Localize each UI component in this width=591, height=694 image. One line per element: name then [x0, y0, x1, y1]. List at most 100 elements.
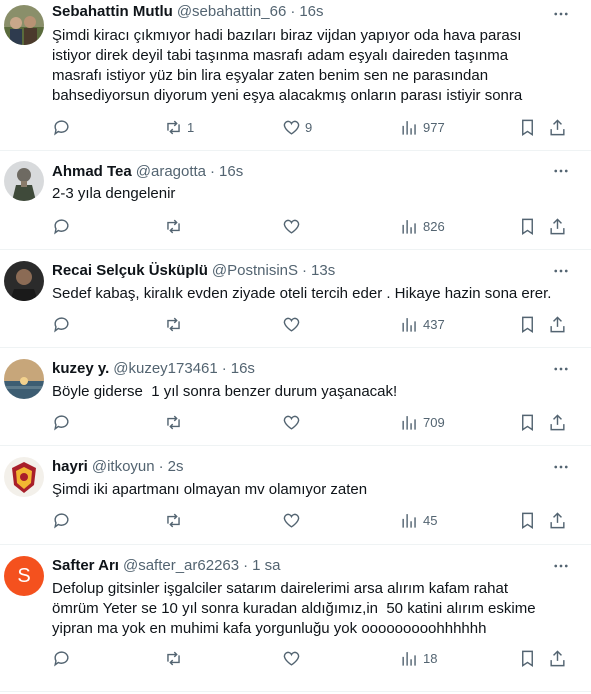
views-icon: [402, 219, 416, 234]
author-name[interactable]: Recai Selçuk Üsküplü: [52, 261, 208, 281]
author-handle[interactable]: @sebahattin_66: [177, 2, 286, 22]
views-button[interactable]: 826: [400, 217, 445, 236]
author-name[interactable]: hayri: [52, 457, 88, 477]
timestamp[interactable]: 16s: [219, 162, 243, 182]
tweet-text: Şimdi kiracı çıkmıyor hadi bazıları bira…: [52, 27, 523, 104]
retweet-button[interactable]: [164, 217, 187, 236]
bookmark-icon: [522, 119, 533, 136]
avatar-letter[interactable]: S: [4, 556, 44, 596]
share-icon: [550, 413, 565, 430]
reply-icon: [54, 650, 69, 667]
avatar[interactable]: [4, 161, 44, 201]
reply-icon: [54, 218, 69, 235]
like-button[interactable]: [282, 217, 305, 236]
more-options-icon[interactable]: [549, 161, 573, 181]
timestamp[interactable]: 13s: [311, 261, 335, 281]
reply-button[interactable]: [52, 413, 75, 432]
views-button[interactable]: 709: [400, 413, 445, 432]
share-button[interactable]: [548, 413, 567, 432]
more-options-icon[interactable]: [549, 261, 573, 281]
bookmark-button[interactable]: [518, 315, 537, 334]
tweet[interactable]: Sebahattin Mutlu @sebahattin_66 · 16s Şi…: [0, 0, 591, 151]
retweet-icon: [167, 651, 180, 665]
retweet-button[interactable]: [164, 315, 187, 334]
share-button[interactable]: [548, 511, 567, 530]
heart-icon: [283, 219, 300, 234]
separator-dot: ·: [290, 3, 296, 20]
tweet[interactable]: S Safter Arı @safter_ar62263 · 1 sa Defo…: [0, 545, 591, 692]
share-button[interactable]: [548, 118, 567, 137]
timestamp[interactable]: 16s: [299, 2, 323, 22]
retweet-button[interactable]: [164, 649, 187, 668]
tweet[interactable]: kuzey y. @kuzey173461 · 16s Böyle giders…: [0, 348, 591, 446]
bookmark-button[interactable]: [518, 413, 537, 432]
separator-dot: ·: [210, 163, 216, 180]
action-bar: 45: [48, 510, 579, 530]
more-options-icon[interactable]: [549, 4, 573, 24]
bookmark-button[interactable]: [518, 511, 537, 530]
bookmark-button[interactable]: [518, 649, 537, 668]
reply-button[interactable]: [52, 649, 75, 668]
bookmark-button[interactable]: [518, 217, 537, 236]
author-handle[interactable]: @itkoyun: [92, 457, 155, 477]
reply-button[interactable]: [52, 511, 75, 530]
author-name[interactable]: Safter Arı: [52, 556, 119, 576]
like-button[interactable]: [282, 649, 305, 668]
avatar[interactable]: [4, 5, 44, 45]
separator-dot: ·: [221, 360, 227, 377]
avatar-photo-icon: [4, 261, 44, 301]
tweet-header: Safter Arı @safter_ar62263 · 1 sa: [52, 556, 579, 576]
like-button[interactable]: [282, 511, 305, 530]
share-button[interactable]: [548, 315, 567, 334]
tweet-header: Ahmad Tea @aragotta · 16s: [52, 162, 579, 182]
bookmark-button[interactable]: [518, 118, 537, 137]
timestamp[interactable]: 16s: [231, 359, 255, 379]
author-handle[interactable]: @PostnisinS: [212, 261, 298, 281]
retweet-button[interactable]: [164, 413, 187, 432]
author-handle[interactable]: @kuzey173461: [113, 359, 217, 379]
reply-button[interactable]: [52, 118, 75, 137]
more-options-icon[interactable]: [549, 457, 573, 477]
views-button[interactable]: 45: [400, 511, 437, 530]
tweet-header: Recai Selçuk Üsküplü @PostnisinS · 13s: [52, 261, 579, 281]
avatar[interactable]: [4, 261, 44, 301]
retweet-icon: [167, 317, 180, 331]
avatar[interactable]: [4, 359, 44, 399]
view-count: 437: [423, 316, 445, 332]
views-button[interactable]: 437: [400, 315, 445, 334]
tweet-feed: Sebahattin Mutlu @sebahattin_66 · 16s Şi…: [0, 0, 591, 692]
retweet-button[interactable]: 1: [164, 118, 194, 137]
author-name[interactable]: Sebahattin Mutlu: [52, 2, 173, 22]
views-icon: [402, 415, 416, 430]
timestamp[interactable]: 1 sa: [252, 556, 280, 576]
tweet[interactable]: Ahmad Tea @aragotta · 16s 2-3 yıla denge…: [0, 151, 591, 250]
author-handle[interactable]: @aragotta: [136, 162, 206, 182]
more-options-icon[interactable]: [549, 556, 573, 576]
like-button[interactable]: 9: [282, 118, 312, 137]
author-handle[interactable]: @safter_ar62263: [123, 556, 239, 576]
action-bar: 826: [48, 216, 579, 236]
reply-button[interactable]: [52, 217, 75, 236]
view-count: 977: [423, 119, 445, 135]
share-button[interactable]: [548, 217, 567, 236]
reply-icon: [54, 119, 69, 136]
retweet-button[interactable]: [164, 511, 187, 530]
share-button[interactable]: [548, 649, 567, 668]
views-button[interactable]: 977: [400, 118, 445, 137]
author-name[interactable]: kuzey y.: [52, 359, 109, 379]
author-name[interactable]: Ahmad Tea: [52, 162, 132, 182]
tweet[interactable]: hayri @itkoyun · 2s Şimdi iki apartmanı …: [0, 446, 591, 545]
view-count: 709: [423, 414, 445, 430]
views-button[interactable]: 18: [400, 649, 437, 668]
tweet-header: Sebahattin Mutlu @sebahattin_66 · 16s: [52, 2, 579, 22]
more-options-icon[interactable]: [549, 359, 573, 379]
reply-button[interactable]: [52, 315, 75, 334]
like-button[interactable]: [282, 315, 305, 334]
tweet[interactable]: Recai Selçuk Üsküplü @PostnisinS · 13s S…: [0, 250, 591, 348]
like-button[interactable]: [282, 413, 305, 432]
avatar-initial: S: [17, 564, 31, 587]
reply-icon: [54, 316, 69, 333]
timestamp[interactable]: 2s: [168, 457, 184, 477]
avatar[interactable]: [4, 457, 44, 497]
retweet-count: 1: [187, 119, 195, 135]
